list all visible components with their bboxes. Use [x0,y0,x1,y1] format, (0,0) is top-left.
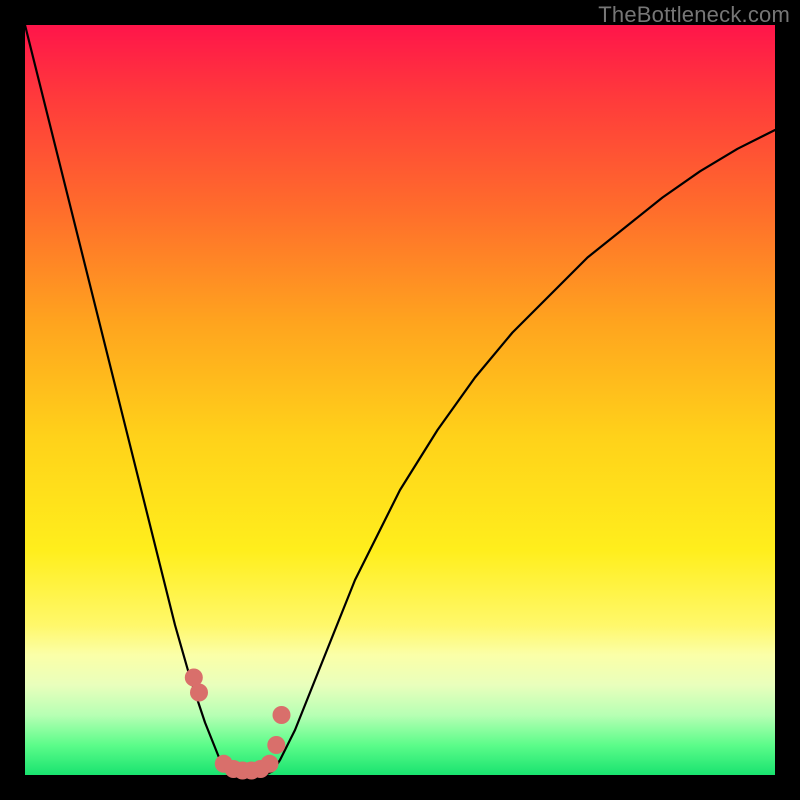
watermark-text: TheBottleneck.com [598,2,790,28]
data-marker [267,736,285,754]
curve-layer [25,25,775,775]
chart-frame: TheBottleneck.com [0,0,800,800]
data-marker [273,706,291,724]
bottleneck-curve [25,25,775,775]
data-marker [190,684,208,702]
data-marker [261,755,279,773]
